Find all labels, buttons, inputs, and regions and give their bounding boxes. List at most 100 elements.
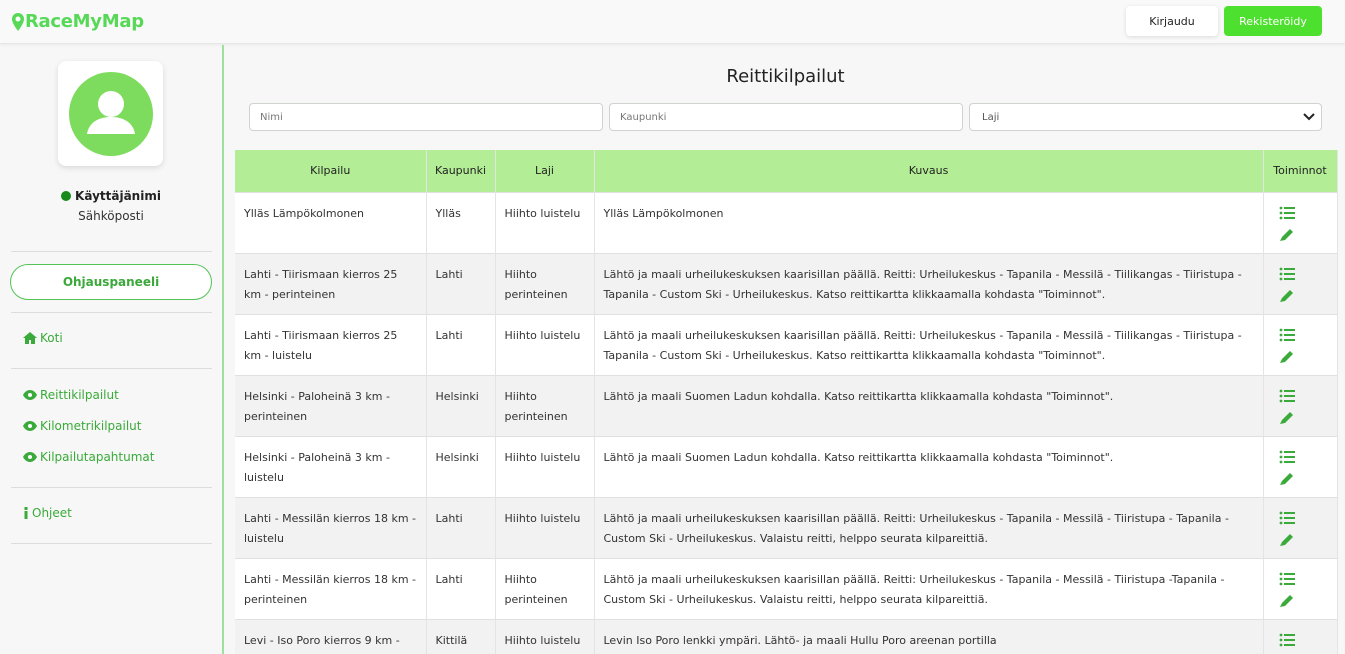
divider (11, 368, 212, 369)
brand-logo[interactable]: RaceMyMap (12, 11, 144, 32)
eye-icon (23, 390, 37, 400)
dashboard-button[interactable]: Ohjauspaneeli (10, 264, 212, 300)
races-table: Kilpailu Kaupunki Laji Kuvaus Toiminnot … (235, 150, 1338, 654)
list-icon[interactable] (1279, 571, 1295, 587)
actions-cell (1263, 374, 1338, 436)
description-cell: Lähtö ja maali urheilukeskuksen kaarisil… (594, 313, 1264, 375)
map-pin-icon (12, 12, 24, 31)
brand-name: RaceMyMap (25, 11, 144, 32)
sidebar-item-label: Reittikilpailut (40, 388, 119, 402)
race-name-cell: Lahti - Tiirismaan kierros 25 km - perin… (235, 252, 427, 314)
sidebar: Käyttäjänimi Sähköposti Ohjauspaneeli Ko… (0, 45, 224, 654)
column-header[interactable]: Kuvaus (594, 150, 1264, 192)
divider (11, 251, 212, 252)
eye-icon (23, 421, 37, 431)
highlighter-icon[interactable] (1279, 409, 1295, 425)
actions-cell (1263, 496, 1338, 558)
list-icon[interactable] (1279, 632, 1295, 648)
list-icon[interactable] (1279, 266, 1295, 282)
description-cell: Levin Iso Poro lenkki ympäri. Lähtö- ja … (594, 618, 1264, 654)
home-icon (23, 332, 37, 344)
city-cell: Ylläs (426, 191, 496, 253)
name-filter-input[interactable] (249, 103, 603, 131)
description-cell: Ylläs Lämpökolmonen (594, 191, 1264, 253)
sport-cell: Hiihto luistelu (495, 435, 595, 497)
sidebar-item-route-races[interactable]: Reittikilpailut (23, 388, 119, 402)
online-status-icon (61, 191, 72, 201)
sport-cell: Hiihto perinteinen (495, 252, 595, 314)
city-filter-input[interactable] (609, 103, 963, 131)
actions-cell (1263, 557, 1338, 619)
city-cell: Helsinki (426, 435, 496, 497)
list-icon[interactable] (1279, 388, 1295, 404)
sidebar-item-race-events[interactable]: Kilpailutapahtumat (23, 450, 154, 464)
table-row: Lahti - Messilän kierros 18 km - perinte… (235, 557, 1338, 619)
description-cell: Lähtö ja maali urheilukeskuksen kaarisil… (594, 557, 1264, 619)
login-button[interactable]: Kirjaudu (1126, 6, 1218, 36)
page-title: Reittikilpailut (726, 66, 845, 87)
sport-select[interactable]: Laji (969, 103, 1322, 131)
sport-cell: Hiihto luistelu (495, 313, 595, 375)
column-header[interactable]: Kaupunki (426, 150, 496, 192)
highlighter-icon[interactable] (1279, 348, 1295, 364)
actions-cell (1263, 313, 1338, 375)
city-cell: Lahti (426, 252, 496, 314)
race-name-cell: Lahti - Tiirismaan kierros 25 km - luist… (235, 313, 427, 375)
sport-cell: Hiihto luistelu (495, 618, 595, 654)
table-row: Lahti - Tiirismaan kierros 25 km - perin… (235, 252, 1338, 314)
username: Käyttäjänimi (75, 189, 161, 203)
top-navbar: RaceMyMap Kirjaudu Rekisteröidy (0, 0, 1345, 44)
sidebar-item-home[interactable]: Koti (23, 331, 63, 345)
race-name-cell: Helsinki - Paloheinä 3 km - luistelu (235, 435, 427, 497)
list-icon[interactable] (1279, 327, 1295, 343)
user-email: Sähköposti (78, 209, 144, 223)
actions-cell (1263, 252, 1338, 314)
description-cell: Lähtö ja maali Suomen Ladun kohdalla. Ka… (594, 374, 1264, 436)
column-header: Toiminnot (1263, 150, 1338, 192)
sport-cell: Hiihto perinteinen (495, 374, 595, 436)
race-name-cell: Helsinki - Paloheinä 3 km - perinteinen (235, 374, 427, 436)
divider (11, 487, 212, 488)
actions-cell (1263, 191, 1338, 253)
race-name-cell: Levi - Iso Poro kierros 9 km - (235, 618, 427, 654)
actions-cell (1263, 618, 1338, 654)
register-button[interactable]: Rekisteröidy (1224, 6, 1322, 36)
table-row: Ylläs Lämpökolmonen Ylläs Hiihto luistelu Y… (235, 191, 1338, 253)
highlighter-icon[interactable] (1279, 531, 1295, 547)
sidebar-item-kilometer-races[interactable]: Kilometrikilpailut (23, 419, 142, 433)
eye-icon (23, 452, 37, 462)
sidebar-item-help[interactable]: Ohjeet (23, 506, 72, 520)
divider (11, 543, 212, 544)
divider (11, 312, 212, 313)
description-cell: Lähtö ja maali Suomen Ladun kohdalla. Ka… (594, 435, 1264, 497)
column-header[interactable]: Laji (495, 150, 595, 192)
user-avatar-icon (69, 72, 153, 156)
list-icon[interactable] (1279, 205, 1295, 221)
highlighter-icon[interactable] (1279, 470, 1295, 486)
chevron-down-icon (1303, 113, 1315, 121)
avatar (58, 61, 163, 166)
sport-select-value: Laji (982, 112, 1000, 123)
table-row: Lahti - Tiirismaan kierros 25 km - luist… (235, 313, 1338, 375)
actions-cell (1263, 435, 1338, 497)
table-row: Helsinki - Paloheinä 3 km - perinteinen H… (235, 374, 1338, 436)
sidebar-item-label: Kilometrikilpailut (40, 419, 142, 433)
highlighter-icon[interactable] (1279, 287, 1295, 303)
sport-cell: Hiihto perinteinen (495, 557, 595, 619)
table-row: Lahti - Messilän kierros 18 km - luistel… (235, 496, 1338, 558)
sidebar-item-label: Kilpailutapahtumat (40, 450, 155, 464)
sport-cell: Hiihto luistelu (495, 496, 595, 558)
sidebar-item-label: Koti (40, 331, 63, 345)
highlighter-icon[interactable] (1279, 592, 1295, 608)
table-row: Levi - Iso Poro kierros 9 km - Kittilä Hii… (235, 618, 1338, 654)
column-header[interactable]: Kilpailu (235, 150, 427, 192)
table-row: Helsinki - Paloheinä 3 km - luistelu Hels… (235, 435, 1338, 497)
list-icon[interactable] (1279, 449, 1295, 465)
city-cell: Lahti (426, 313, 496, 375)
username-row: Käyttäjänimi (0, 189, 222, 203)
table-header-row: Kilpailu Kaupunki Laji Kuvaus Toiminnot (235, 150, 1338, 192)
list-icon[interactable] (1279, 510, 1295, 526)
race-name-cell: Lahti - Messilän kierros 18 km - luistel… (235, 496, 427, 558)
city-cell: Lahti (426, 496, 496, 558)
highlighter-icon[interactable] (1279, 226, 1295, 242)
